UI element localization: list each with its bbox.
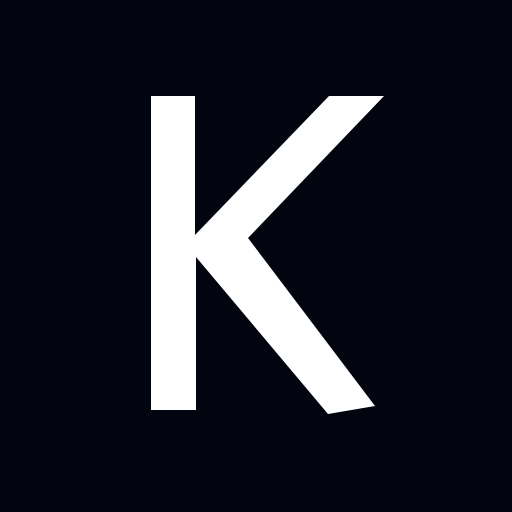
k-letter-shape: [151, 96, 384, 414]
k-logo-icon: [151, 96, 384, 414]
logo-tile: K: [0, 0, 512, 512]
